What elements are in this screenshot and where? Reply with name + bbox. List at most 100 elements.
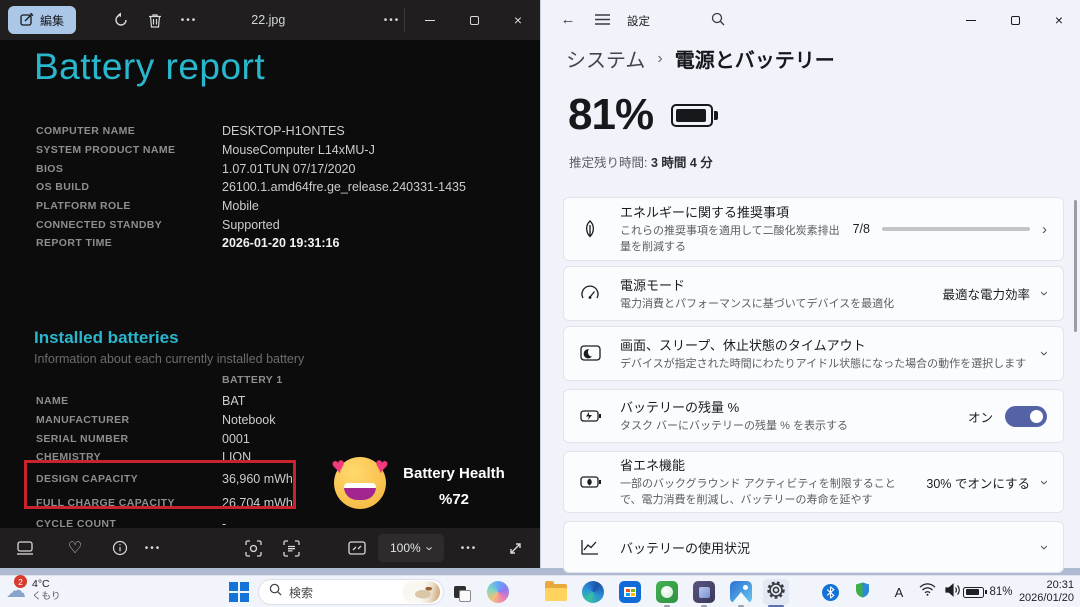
card-subtitle: これらの推奨事項を適用して二酸化炭素排出量を削減する [620, 224, 843, 256]
search-icon [269, 583, 282, 601]
system-info-table: COMPUTER NAMEDESKTOP-H1ONTES SYSTEM PROD… [36, 122, 516, 253]
fit-to-window-icon[interactable] [340, 533, 374, 563]
settings-app-title: 設定 [627, 13, 650, 29]
photos-app-button[interactable] [728, 579, 754, 605]
card-subtitle: タスク バーにバッテリーの残量 % を表示する [620, 419, 958, 435]
back-icon[interactable]: ← [553, 4, 583, 34]
start-button[interactable] [226, 579, 252, 605]
card-subtitle: 電力消費とパフォーマンスに基づいてデバイスを最適化 [620, 297, 932, 313]
installed-batteries-heading: Installed batteries [34, 328, 179, 348]
search-icon[interactable] [703, 4, 733, 34]
settings-titlebar: ← 設定 × [541, 0, 1080, 38]
bluetooth-icon [822, 584, 839, 601]
card-title: バッテリーの残量 % [620, 397, 958, 416]
shield-icon [855, 582, 870, 603]
recommendations-progressbar [882, 227, 1030, 231]
card-power-mode: 電源モード 電力消費とパフォーマンスに基づいてデバイスを最適化 最適な電力効率 … [563, 266, 1064, 321]
table-row: OS BUILD26100.1.amd64fre.ge_release.2403… [36, 178, 516, 197]
recommendations-count: 7/8 [853, 222, 870, 236]
battery-health-label: Battery Health [396, 465, 512, 482]
maximize-button[interactable] [993, 0, 1037, 40]
edge-button[interactable] [580, 579, 606, 605]
titlebar-divider [404, 8, 405, 32]
delete-icon[interactable] [138, 5, 172, 35]
notification-badge: 2 [14, 575, 27, 588]
rotate-icon[interactable] [104, 5, 138, 35]
wifi-tray-button[interactable] [915, 580, 939, 604]
info-icon[interactable] [103, 533, 137, 563]
battery-percent-toggle[interactable] [1005, 406, 1047, 427]
close-button[interactable]: × [496, 0, 540, 40]
close-button[interactable]: × [1037, 0, 1080, 40]
battery-tray-icon [963, 587, 984, 598]
expand-chevron[interactable]: › [1037, 545, 1052, 550]
windows-logo-icon [229, 582, 249, 602]
minimize-button[interactable] [408, 0, 452, 40]
clock-date: 2026/01/20 [1019, 592, 1074, 605]
installed-batteries-subheading: Information about each currently install… [34, 352, 304, 366]
edge-icon [582, 581, 604, 603]
purple-app-icon [693, 581, 715, 603]
table-row: PLATFORM ROLEMobile [36, 197, 516, 216]
table-row: CONNECTED STANDBYSupported [36, 215, 516, 234]
card-battery-percent: バッテリーの残量 % タスク バーにバッテリーの残量 % を表示する オン [563, 389, 1064, 443]
clock[interactable]: 20:31 2026/01/20 [1019, 579, 1074, 605]
favorite-icon[interactable]: ♡ [58, 533, 92, 563]
volume-tray-button[interactable] [941, 580, 965, 604]
eco-battery-icon [580, 474, 604, 490]
ime-indicator[interactable]: A [888, 580, 910, 604]
photos-toolbar: ♡ ••• [0, 528, 540, 568]
text-actions-icon[interactable] [274, 533, 308, 563]
task-view-button[interactable] [447, 579, 473, 605]
weather-widget[interactable]: ☁2 4°C くもり [6, 578, 61, 603]
report-title: Battery report [34, 46, 265, 88]
card-energy-recommendations[interactable]: エネルギーに関する推奨事項 これらの推奨事項を適用して二酸化炭素排出量を削減する… [563, 197, 1064, 261]
minimize-button[interactable] [949, 0, 993, 40]
image-filename: 22.jpg [251, 13, 285, 27]
energy-saver-dropdown[interactable]: › [1037, 480, 1052, 485]
screen-timeout-icon [580, 345, 604, 363]
battery-report-image: Battery report COMPUTER NAMEDESKTOP-H1ON… [0, 40, 540, 528]
file-explorer-button[interactable] [543, 579, 569, 605]
card-battery-usage[interactable]: バッテリーの使用状況 › [563, 521, 1064, 573]
folder-icon [545, 584, 567, 601]
settings-app-button[interactable] [763, 579, 789, 605]
breadcrumb: システム › 電源とバッテリー [566, 44, 835, 73]
taskbar-search-box[interactable]: 検索 [258, 579, 444, 605]
copilot-button[interactable] [485, 579, 511, 605]
photos-app-icon [730, 581, 752, 603]
card-screen-sleep-timeout[interactable]: 画面、スリープ、休止状態のタイムアウト デバイスが指定された時間にわたりアイドル… [563, 326, 1064, 381]
power-mode-dropdown[interactable]: › [1037, 291, 1052, 296]
settings-window-controls: × [949, 0, 1080, 40]
chart-line-icon [580, 538, 604, 556]
green-app-icon [656, 581, 678, 603]
battery-tray-button[interactable]: 81% [963, 580, 1013, 604]
hamburger-menu-icon[interactable] [587, 4, 617, 34]
breadcrumb-system[interactable]: システム [566, 44, 645, 73]
green-app-button[interactable] [654, 579, 680, 605]
leaf-icon [580, 219, 604, 239]
store-button[interactable] [617, 579, 643, 605]
security-tray-button[interactable] [850, 580, 874, 604]
battery-column-header: BATTERY 1 [222, 374, 283, 386]
gallery-icon[interactable] [8, 533, 42, 563]
purple-app-button[interactable] [691, 579, 717, 605]
more-tools-icon[interactable]: ••• [136, 533, 170, 563]
power-mode-selected: 最適な電力効率 [942, 284, 1030, 303]
weather-temperature: 4°C [32, 578, 61, 591]
expand-chevron[interactable]: › [1037, 351, 1052, 356]
gauge-icon [580, 284, 604, 304]
edit-button[interactable]: 編集 [8, 6, 76, 34]
visual-search-icon[interactable] [236, 533, 270, 563]
more-options-icon[interactable]: ••• [172, 5, 206, 35]
bluetooth-tray-button[interactable] [818, 580, 842, 604]
search-daily-image [402, 581, 440, 603]
table-row: CYCLE COUNT- [36, 515, 516, 528]
scrollbar[interactable] [1074, 200, 1077, 332]
fullscreen-icon[interactable] [498, 533, 532, 563]
gear-icon [766, 580, 786, 605]
maximize-button[interactable] [452, 0, 496, 40]
more-view-options-icon[interactable]: ••• [452, 533, 486, 563]
zoom-level-control[interactable]: 100% › [378, 534, 444, 562]
photos-titlebar: 編集 ••• 22.jpg ••• × [0, 0, 540, 40]
